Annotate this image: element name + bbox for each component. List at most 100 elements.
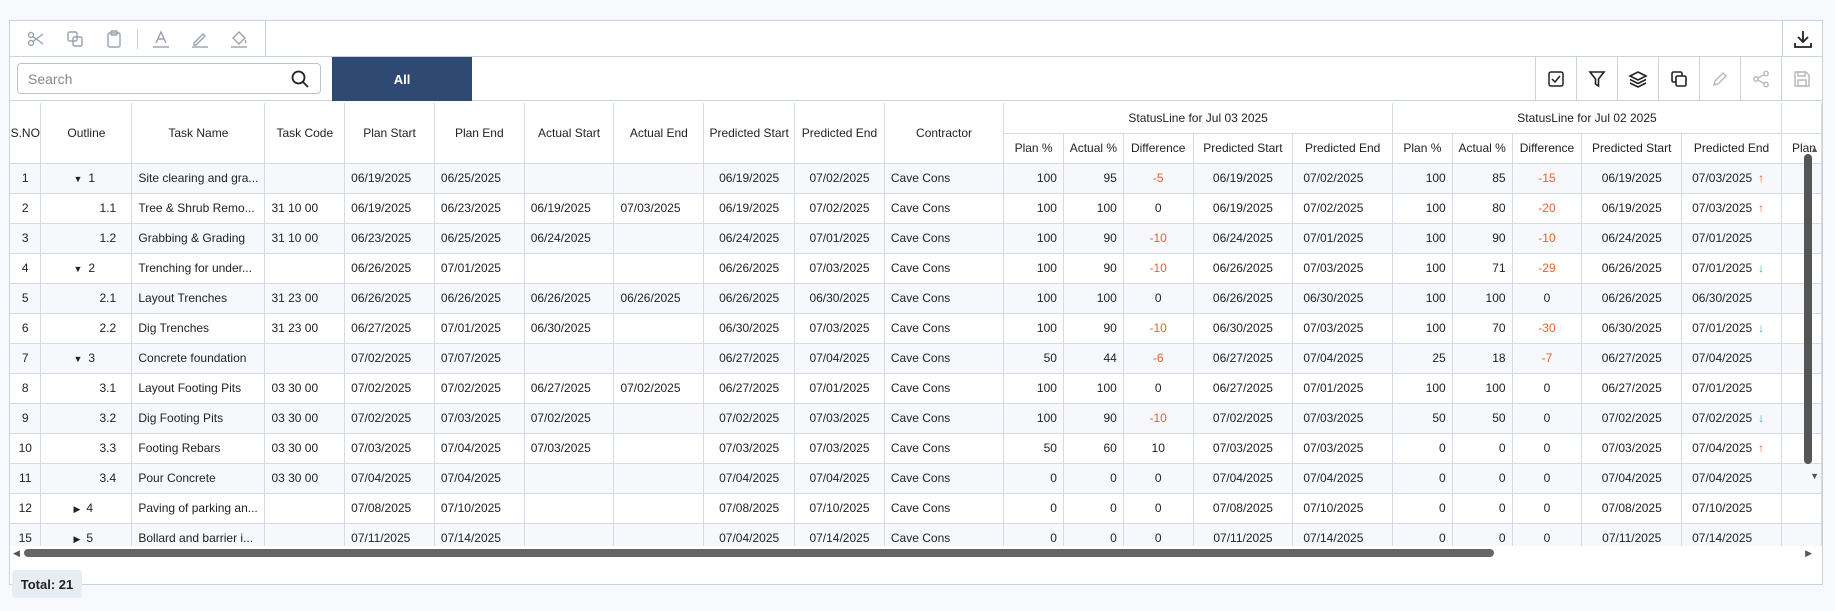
cell-predicted-end[interactable]: 06/30/2025 [794,283,885,314]
header-sl-predicted-end[interactable]: Predicted End [1292,133,1394,164]
cell-sl-predicted-end[interactable]: 07/04/2025 [1681,463,1782,494]
cell-task-name[interactable]: Concrete foundation [131,343,266,374]
cell-sl-predicted-end[interactable]: 07/04/2025 ↑ [1681,433,1782,464]
cell-sl-predicted-start[interactable]: 06/26/2025 [1193,253,1294,284]
cell-sl-predicted-start[interactable]: 07/02/2025 [1581,403,1683,434]
cell-plan-pct[interactable]: 100 [1003,193,1064,224]
cell-actual-end[interactable] [613,463,705,494]
cell-sl-predicted-end[interactable]: 07/04/2025 [1292,463,1394,494]
cell-plan-pct[interactable]: 100 [1003,253,1064,284]
cell-actual-end[interactable] [613,343,705,374]
cell-sl-predicted-start[interactable]: 07/04/2025 [1581,463,1683,494]
cell-sl-predicted-end[interactable]: 06/30/2025 [1292,283,1394,314]
edit-button[interactable] [1699,57,1740,101]
cell-actual-pct[interactable]: 0 [1063,523,1124,546]
cell-contractor[interactable]: Cave Cons [884,193,1005,224]
cell-predicted-start[interactable]: 06/24/2025 [703,223,796,254]
caret-down-icon[interactable]: ▼ [73,354,82,364]
cell-plan-pct[interactable]: 100 [1003,223,1064,254]
cell-task-name[interactable]: Trenching for under... [131,253,266,284]
cell-sl-predicted-end[interactable]: 07/02/2025 [1292,163,1394,194]
layers-button[interactable] [1617,57,1658,101]
cell-predicted-end[interactable]: 07/02/2025 [794,163,885,194]
cell-actual-pct[interactable]: 90 [1452,223,1513,254]
cell-plan-pct[interactable]: 0 [1003,523,1064,546]
cell-plan-start[interactable]: 07/03/2025 [344,433,435,464]
cell-predicted-end[interactable]: 07/01/2025 [794,223,885,254]
cell-outline[interactable]: 3.1 [40,373,133,404]
cell-predicted-start[interactable]: 07/03/2025 [703,433,796,464]
cell-sl-predicted-end[interactable]: 06/30/2025 [1681,283,1782,314]
cell-sno[interactable]: 5 [10,283,42,314]
cell-task-code[interactable] [264,493,346,524]
header-difference[interactable]: Difference [1512,133,1583,164]
cell-sl-predicted-end[interactable]: 07/04/2025 [1292,343,1394,374]
cell-plan-pct[interactable]: 100 [1003,283,1064,314]
header-sl-predicted-start[interactable]: Predicted Start [1581,133,1683,164]
cell-task-code[interactable] [264,523,346,546]
cell-predicted-end[interactable]: 07/14/2025 [794,523,885,546]
cell-plan-end[interactable]: 07/01/2025 [434,253,525,284]
cell-predicted-end[interactable]: 07/03/2025 [794,403,885,434]
cell-sno[interactable]: 7 [10,343,42,374]
cell-sl-predicted-end[interactable]: 07/01/2025 [1292,223,1394,254]
cell-sno[interactable]: 11 [10,463,42,494]
cell-difference[interactable]: 0 [1512,373,1583,404]
cell-plan-start[interactable]: 06/19/2025 [344,163,435,194]
cell-actual-end[interactable] [613,313,705,344]
cell-actual-start[interactable]: 06/24/2025 [524,223,615,254]
cell-sl-predicted-end[interactable]: 07/01/2025 ↓ [1681,253,1782,284]
cell-plan-end[interactable]: 07/14/2025 [434,523,525,546]
cell-actual-pct[interactable]: 60 [1063,433,1124,464]
header-predicted-end[interactable]: Predicted End [794,103,885,164]
table-row[interactable]: 1 ▼ 1 Site clearing and gra... 06/19/2025 06/… [10,163,1822,194]
cell-sl-predicted-end[interactable]: 07/03/2025 [1292,403,1394,434]
cell-contractor[interactable]: Cave Cons [884,523,1005,546]
cell-task-name[interactable]: Tree & Shrub Remo... [131,193,266,224]
scissors-icon[interactable] [22,25,49,53]
table-row[interactable]: 6 2.2 Dig Trenches 31 23 00 06/27/2025 07/01/… [10,313,1822,344]
cell-actual-end[interactable]: 07/02/2025 [613,373,705,404]
caret-down-icon[interactable]: ▼ [73,264,82,274]
cell-difference[interactable]: -29 [1512,253,1583,284]
cell-sno[interactable]: 8 [10,373,42,404]
cell-difference[interactable]: 0 [1123,463,1194,494]
cell-actual-end[interactable] [613,253,705,284]
cell-actual-start[interactable] [524,523,615,546]
cell-sno[interactable]: 10 [10,433,42,464]
cell-actual-pct[interactable]: 0 [1063,463,1124,494]
cell-task-code[interactable]: 03 30 00 [264,373,346,404]
cell-plan-end[interactable]: 07/02/2025 [434,373,525,404]
cell-task-name[interactable]: Grabbing & Grading [131,223,266,254]
cell-sl-predicted-end[interactable]: 07/14/2025 [1681,523,1782,546]
cell-plan-start[interactable]: 06/26/2025 [344,253,435,284]
scroll-right-arrow[interactable]: ▶ [1805,548,1812,559]
header-difference[interactable]: Difference [1123,133,1194,164]
cell-difference[interactable]: 0 [1512,403,1583,434]
cell-predicted-start[interactable]: 06/19/2025 [703,193,796,224]
table-row[interactable]: 3 1.2 Grabbing & Grading 31 10 00 06/23/2025… [10,223,1822,254]
cell-sl-predicted-start[interactable]: 07/11/2025 [1581,523,1683,546]
cell-plan-start[interactable]: 07/02/2025 [344,403,435,434]
highlight-icon[interactable] [187,25,214,53]
cell-outline[interactable]: ▼ 1 [40,163,133,194]
cell-sl-predicted-start[interactable]: 06/19/2025 [1581,163,1683,194]
table-row[interactable]: 9 3.2 Dig Footing Pits 03 30 00 07/02/2025 07… [10,403,1822,434]
cell-plan-pct[interactable]: 100 [1392,283,1453,314]
cell-contractor[interactable]: Cave Cons [884,283,1005,314]
cell-plan-start[interactable]: 07/02/2025 [344,343,435,374]
cell-actual-pct[interactable]: 0 [1452,523,1513,546]
cell-sl-predicted-start[interactable]: 07/08/2025 [1193,493,1294,524]
cell-actual-pct[interactable]: 90 [1063,253,1124,284]
vertical-scrollbar[interactable] [1804,154,1812,464]
cell-actual-start[interactable] [524,463,615,494]
cell-plan-pct[interactable]: 0 [1392,463,1453,494]
cell-task-code[interactable] [264,163,346,194]
cell-predicted-end[interactable]: 07/03/2025 [794,253,885,284]
cell-sno[interactable]: 1 [10,163,42,194]
cell-sl-predicted-start[interactable]: 06/27/2025 [1581,343,1683,374]
cell-task-code[interactable]: 31 23 00 [264,283,346,314]
cell-actual-pct[interactable]: 44 [1063,343,1124,374]
cell-plan-start[interactable]: 07/08/2025 [344,493,435,524]
download-button[interactable] [1782,21,1822,57]
